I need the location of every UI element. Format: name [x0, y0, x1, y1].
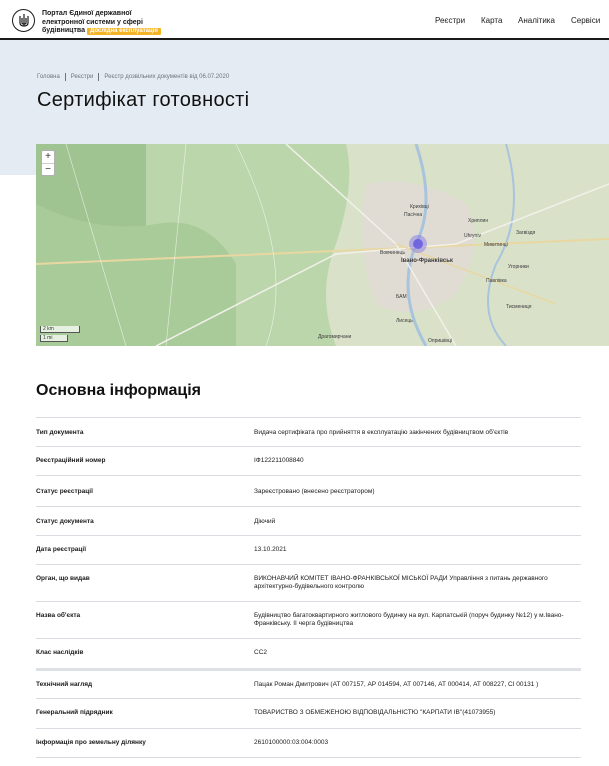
- brand-line: Портал Єдиної державної: [42, 10, 132, 17]
- row-value: Зареєстровано (внесено реєстратором): [254, 488, 375, 495]
- map-label-place: Пасічна: [404, 212, 422, 218]
- row-value: ТОВАРИСТВО З ОБМЕЖЕНОЮ ВІДПОВІДАЛЬНІСТЮ …: [254, 709, 496, 716]
- map-label-place: Микитинці: [484, 242, 508, 248]
- row-label: Статус реєстрації: [36, 488, 93, 495]
- map-scale-km: 2 km: [40, 326, 80, 333]
- map-label-place: Драгомирчани: [318, 334, 351, 340]
- top-header: Портал Єдиної державної електронної сист…: [0, 0, 609, 40]
- table-row: Тип документа Видача сертифіката про при…: [36, 417, 581, 446]
- breadcrumb-registries[interactable]: Реєстри: [71, 74, 94, 80]
- breadcrumb-separator: [98, 73, 100, 81]
- row-value: Видача сертифіката про прийняття в експл…: [254, 429, 509, 436]
- breadcrumb-home[interactable]: Головна: [37, 74, 60, 80]
- row-value: ІФ122211008840: [254, 457, 304, 464]
- table-row: Клас наслідків СС2: [36, 638, 581, 668]
- row-value: Діючий: [254, 518, 276, 525]
- page-title: Сертифікат готовності: [37, 89, 250, 111]
- map-label-place: Тисмениця: [506, 304, 532, 310]
- table-row: Технічний нагляд Пацак Роман Дмитрович (…: [36, 668, 581, 698]
- nav-registries[interactable]: Реєстри: [435, 16, 465, 25]
- map-scale-mi: 1 mi: [40, 335, 68, 342]
- section-title: Основна інформація: [36, 382, 201, 399]
- row-label: Назва об'єкта: [36, 612, 81, 619]
- table-row: Орган, що видав ВИКОНАВЧИЙ КОМІТЕТ ІВАНО…: [36, 564, 581, 601]
- row-label: Орган, що видав: [36, 575, 90, 582]
- table-row: Генеральний підрядник ТОВАРИСТВО З ОБМЕЖ…: [36, 698, 581, 728]
- zoom-out-button[interactable]: −: [42, 163, 54, 175]
- breadcrumb-current[interactable]: Реєстр дозвільних документів від 06.07.2…: [104, 74, 229, 80]
- row-value: 13.10.2021: [254, 546, 287, 553]
- row-label: Інформація про земельну ділянку: [36, 739, 146, 746]
- nav-services[interactable]: Сервіси: [571, 16, 600, 25]
- table-row: Статус документа Діючий: [36, 506, 581, 535]
- table-row: Реєстраційний номер ІФ122211008840: [36, 446, 581, 475]
- brand-line: будівництва Дослідна експлуатація: [42, 27, 182, 36]
- table-row: Назва об'єкта Будівництво багатоквартирн…: [36, 601, 581, 638]
- trident-logo-icon[interactable]: [12, 9, 35, 32]
- map-label-place: Крихівці: [410, 204, 429, 210]
- row-value: ВИКОНАВЧИЙ КОМІТЕТ ІВАНО-ФРАНКІВСЬКОЇ МІ…: [254, 575, 548, 590]
- breadcrumb-separator: [64, 73, 66, 81]
- nav-map[interactable]: Карта: [481, 16, 502, 25]
- row-label: Клас наслідків: [36, 649, 84, 656]
- map-label-place: Загвіздя: [516, 230, 535, 236]
- table-row: Дата реєстрації 13.10.2021: [36, 535, 581, 564]
- nav-analytics[interactable]: Аналітика: [518, 16, 555, 25]
- brand-line: електронної системи у сфері: [42, 18, 143, 26]
- row-value: Пацак Роман Дмитрович (АТ 007157, АР 014…: [254, 681, 539, 688]
- map-zoom-control: + −: [41, 150, 55, 176]
- row-label: Реєстраційний номер: [36, 457, 106, 464]
- table-row: Статус реєстрації Зареєстровано (внесено…: [36, 475, 581, 506]
- map-label-place: Хриплин: [468, 218, 488, 224]
- map-label-place: Павлівка: [486, 278, 507, 284]
- row-label: Технічний нагляд: [36, 681, 93, 688]
- brand-title[interactable]: Портал Єдиної державної електронної сист…: [42, 10, 182, 36]
- row-value: 2610100000:03:004:0003: [254, 739, 329, 746]
- info-table: Тип документа Видача сертифіката про при…: [36, 417, 581, 758]
- row-label: Генеральний підрядник: [36, 709, 113, 716]
- location-map[interactable]: Івано-Франківськ Пасічна Крихівці Хрипли…: [36, 144, 609, 346]
- map-label-place: Лисець: [396, 318, 413, 324]
- map-label-place: Uhryniv: [464, 233, 481, 239]
- row-label: Статус документа: [36, 518, 94, 525]
- map-label-place: Опришівці: [428, 338, 452, 344]
- zoom-in-button[interactable]: +: [42, 151, 54, 163]
- map-label-place: БАМ: [396, 294, 407, 300]
- map-label-city: Івано-Франківськ: [401, 258, 453, 264]
- row-label: Тип документа: [36, 429, 84, 436]
- beta-badge: Дослідна експлуатація: [86, 28, 161, 35]
- breadcrumb: Головна Реєстри Реєстр дозвільних докуме…: [37, 73, 229, 81]
- map-label-place: Угорники: [508, 264, 529, 270]
- row-value: СС2: [254, 649, 268, 656]
- row-label: Дата реєстрації: [36, 546, 87, 553]
- row-value: Будівництво багатоквартирного житлового …: [254, 612, 564, 627]
- map-canvas[interactable]: Івано-Франківськ Пасічна Крихівці Хрипли…: [36, 144, 609, 346]
- map-label-place: Вовчинець: [380, 250, 405, 256]
- table-row: Інформація про земельну ділянку 26101000…: [36, 728, 581, 758]
